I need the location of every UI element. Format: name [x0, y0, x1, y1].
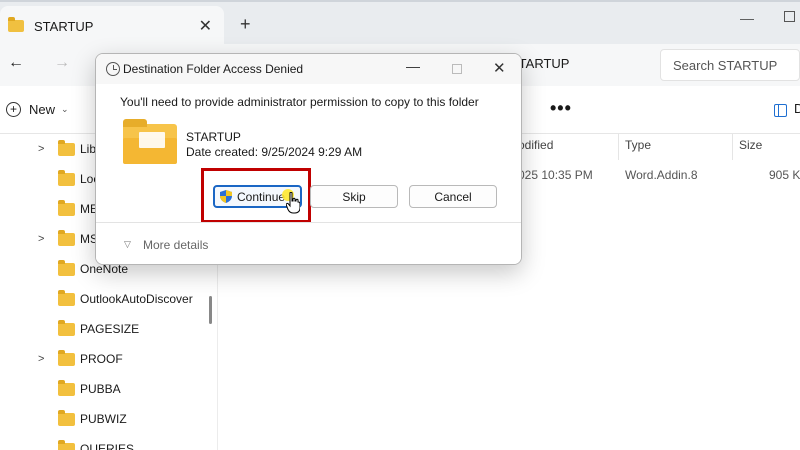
- hand-pointer-icon: [286, 192, 300, 214]
- folder-icon: [58, 169, 75, 186]
- cell-type: Word.Addin.8: [625, 168, 698, 182]
- close-tab-icon[interactable]: ✕: [199, 16, 212, 36]
- folder-icon: [58, 289, 75, 306]
- tree-item[interactable]: PUBBA: [0, 374, 218, 404]
- dialog-footer: ▽ More details: [96, 222, 521, 264]
- folder-icon: [58, 259, 75, 276]
- details-label[interactable]: D: [794, 101, 800, 116]
- new-button[interactable]: + New ⌄: [6, 102, 69, 117]
- tab-title: STARTUP: [34, 18, 94, 34]
- continue-button-label: Continue: [237, 189, 286, 204]
- folder-icon: [58, 229, 75, 246]
- chevron-right-icon[interactable]: >: [38, 353, 44, 365]
- folder-icon: [58, 139, 75, 156]
- column-header-type[interactable]: Type: [625, 138, 651, 152]
- folder-icon: [58, 349, 75, 366]
- clock-icon: [106, 62, 120, 76]
- new-tab-button[interactable]: +: [240, 14, 251, 35]
- plus-circle-icon: +: [6, 102, 21, 117]
- tree-item[interactable]: OutlookAutoDiscover: [0, 284, 218, 314]
- folder-icon: [123, 119, 177, 164]
- dialog-close-button[interactable]: ✕: [493, 59, 506, 77]
- dialog-minimize-button[interactable]: —: [406, 58, 420, 74]
- access-denied-dialog: Destination Folder Access Denied — ✕ You…: [95, 53, 522, 265]
- tree-item-label: PUBBA: [80, 382, 121, 396]
- column-divider[interactable]: [732, 134, 733, 160]
- maximize-window-button[interactable]: [784, 11, 795, 22]
- chevron-down-icon: ⌄: [61, 104, 69, 114]
- tree-item[interactable]: QUERIES: [0, 434, 218, 450]
- folder-icon: [58, 439, 75, 450]
- tree-item[interactable]: PUBWIZ: [0, 404, 218, 434]
- tree-item[interactable]: > PROOF: [0, 344, 218, 374]
- more-details-toggle[interactable]: More details: [143, 238, 208, 252]
- folder-icon: [58, 319, 75, 336]
- tab-bar: STARTUP ✕ + —: [0, 0, 800, 46]
- cell-modified: 025 10:35 PM: [518, 168, 593, 182]
- more-options-button[interactable]: •••: [550, 98, 572, 119]
- tree-item-label: PUBWIZ: [80, 412, 127, 426]
- tree-item-label: QUERIES: [80, 442, 135, 450]
- tree-item-label: PROOF: [80, 352, 123, 366]
- skip-button[interactable]: Skip: [310, 185, 398, 208]
- folder-date-created: Date created: 9/25/2024 9:29 AM: [186, 145, 363, 159]
- search-input[interactable]: Search STARTUP: [660, 49, 800, 81]
- details-pane-icon[interactable]: [774, 104, 787, 117]
- column-header-size[interactable]: Size: [739, 138, 762, 152]
- uac-shield-icon: [220, 190, 232, 203]
- cell-size: 905 KB: [769, 168, 800, 182]
- folder-icon: [8, 17, 24, 32]
- forward-arrow-icon[interactable]: →: [54, 54, 70, 72]
- back-arrow-icon[interactable]: ←: [8, 54, 24, 72]
- tree-item[interactable]: PAGESIZE: [0, 314, 218, 344]
- dialog-message: You'll need to provide administrator per…: [120, 95, 479, 109]
- new-button-label: New: [29, 102, 56, 117]
- sidebar-scrollbar[interactable]: [209, 296, 212, 324]
- tab-startup[interactable]: STARTUP ✕: [0, 6, 224, 46]
- dialog-maximize-button: [452, 64, 462, 74]
- chevron-down-icon[interactable]: ▽: [124, 239, 131, 250]
- cancel-button[interactable]: Cancel: [409, 185, 497, 208]
- minimize-window-button[interactable]: —: [740, 10, 754, 26]
- column-header-modified[interactable]: odified: [518, 138, 553, 152]
- tree-item-label: PAGESIZE: [80, 322, 140, 336]
- folder-name: STARTUP: [186, 130, 241, 144]
- tree-item-label: OutlookAutoDiscover: [80, 292, 193, 306]
- column-divider[interactable]: [618, 134, 619, 160]
- dialog-titlebar[interactable]: Destination Folder Access Denied — ✕: [96, 54, 521, 84]
- folder-icon: [58, 409, 75, 426]
- chevron-right-icon[interactable]: >: [38, 143, 44, 155]
- folder-icon: [58, 379, 75, 396]
- dialog-title: Destination Folder Access Denied: [123, 62, 304, 76]
- folder-icon: [58, 199, 75, 216]
- chevron-right-icon[interactable]: >: [38, 233, 44, 245]
